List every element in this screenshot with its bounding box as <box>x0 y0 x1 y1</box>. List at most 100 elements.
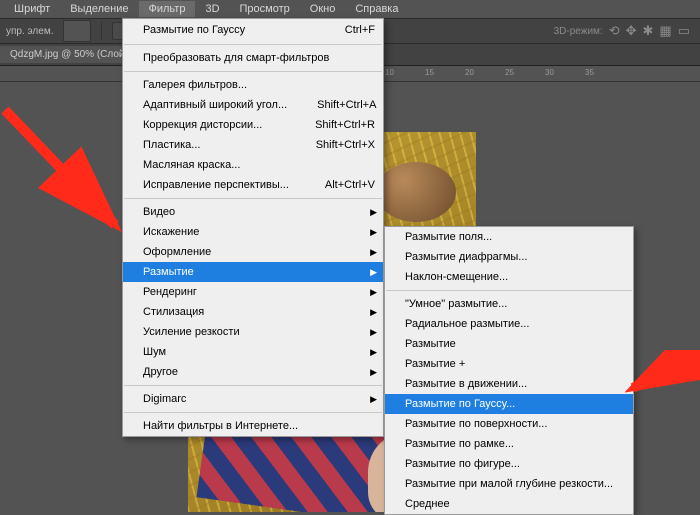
menu-sharpen[interactable]: Усиление резкости ▶ <box>123 322 383 342</box>
menu-separator <box>386 290 632 291</box>
document-title: QdzgM.jpg @ 50% (Слой 1 <box>10 49 133 60</box>
menu-item-label: Среднее <box>405 498 450 510</box>
menu-noise[interactable]: Шум▶ <box>123 342 383 362</box>
menu-window[interactable]: Окно <box>300 1 346 17</box>
submenu-arrow-icon: ▶ <box>370 347 377 358</box>
submenu-arrow-icon: ▶ <box>370 247 377 258</box>
menu-item-label: Найти фильтры в Интернете... <box>143 420 298 432</box>
filter-menu-dropdown: Размытие по Гауссу Ctrl+F Преобразовать … <box>122 18 384 437</box>
menu-blur-lens[interactable]: Размытие при малой глубине резкости... <box>385 474 633 494</box>
submenu-arrow-icon: ▶ <box>370 367 377 378</box>
menu-item-label: Коррекция дисторсии... <box>143 119 262 131</box>
menu-video[interactable]: Видео ▶ <box>123 202 383 222</box>
menu-item-label: Размытие <box>405 338 456 350</box>
menu-help[interactable]: Справка <box>345 1 408 17</box>
menu-blur-basic[interactable]: Размытие <box>385 334 633 354</box>
menu-blur-iris[interactable]: Размытие диафрагмы... <box>385 247 633 267</box>
menu-item-label: "Умное" размытие... <box>405 298 507 310</box>
submenu-arrow-icon: ▶ <box>370 394 377 405</box>
submenu-arrow-icon: ▶ <box>370 327 377 338</box>
menu-separator <box>124 198 382 199</box>
menu-item-label: Адаптивный широкий угол... <box>143 99 287 111</box>
menu-blur-radial[interactable]: Радиальное размытие... <box>385 314 633 334</box>
ruler-tick: 35 <box>585 68 594 77</box>
menu-item-label: Стилизация <box>143 306 204 318</box>
menu-adaptive-wide[interactable]: Адаптивный широкий угол...Shift+Ctrl+A <box>123 95 383 115</box>
menu-blur-motion[interactable]: Размытие в движении... <box>385 374 633 394</box>
menu-distort[interactable]: Искажение ▶ <box>123 222 383 242</box>
menu-item-label: Размытие по Гауссу... <box>405 398 515 410</box>
menu-blur-average[interactable]: Среднее <box>385 494 633 514</box>
image-detail-egg <box>376 162 456 222</box>
menu-blur-tilt[interactable]: Наклон-смещение... <box>385 267 633 287</box>
menu-blur-surface[interactable]: Размытие по поверхности... <box>385 414 633 434</box>
submenu-arrow-icon: ▶ <box>370 227 377 238</box>
menu-blur-field[interactable]: Размытие поля... <box>385 227 633 247</box>
options-label: упр. элем. <box>0 26 59 37</box>
menu-select[interactable]: Выделение <box>60 1 138 17</box>
menu-oil-paint[interactable]: Масляная краска... <box>123 155 383 175</box>
menu-item-label: Размытие в движении... <box>405 378 527 390</box>
menu-separator <box>124 44 382 45</box>
menu-blur-box[interactable]: Размытие по рамке... <box>385 434 633 454</box>
menu-item-label: Оформление <box>143 246 211 258</box>
menu-separator <box>124 71 382 72</box>
menu-item-label: Пластика... <box>143 139 200 151</box>
menu-font[interactable]: Шрифт <box>4 1 60 17</box>
menu-digimarc[interactable]: Digimarc▶ <box>123 389 383 409</box>
menu-item-label: Размытие по фигуре... <box>405 458 520 470</box>
menu-item-label: Наклон-смещение... <box>405 271 508 283</box>
menu-item-label: Видео <box>143 206 175 218</box>
menu-item-label: Радиальное размытие... <box>405 318 529 330</box>
light-icon[interactable]: ✱ <box>643 23 654 39</box>
ruler-tick: 15 <box>425 68 434 77</box>
pan-icon[interactable]: ✥ <box>626 23 637 39</box>
orbit-icon[interactable]: ⟲ <box>609 23 620 39</box>
menu-bar: Шрифт Выделение Фильтр 3D Просмотр Окно … <box>0 0 700 18</box>
menu-item-label: Размытие + <box>405 358 465 370</box>
submenu-arrow-icon: ▶ <box>370 287 377 298</box>
camera-icon[interactable]: ▭ <box>678 23 690 39</box>
menu-blur[interactable]: Размытие▶ <box>123 262 383 282</box>
menu-convert-smart[interactable]: Преобразовать для смарт-фильтров <box>123 48 383 68</box>
menu-browse-online[interactable]: Найти фильтры в Интернете... <box>123 416 383 436</box>
menu-blur-smart[interactable]: "Умное" размытие... <box>385 294 633 314</box>
menu-vanishing-point[interactable]: Исправление перспективы...Alt+Ctrl+V <box>123 175 383 195</box>
menu-shortcut: Ctrl+F <box>315 24 375 36</box>
ruler-tick: 20 <box>465 68 474 77</box>
mesh-icon[interactable]: ▦ <box>659 23 671 39</box>
submenu-arrow-icon: ▶ <box>370 307 377 318</box>
menu-last-filter[interactable]: Размытие по Гауссу Ctrl+F <box>123 19 383 41</box>
menu-separator <box>124 412 382 413</box>
menu-item-label: Размытие по Гауссу <box>143 24 245 36</box>
menu-filter-gallery[interactable]: Галерея фильтров... <box>123 75 383 95</box>
menu-shortcut: Shift+Ctrl+R <box>285 119 375 131</box>
menu-blur-gaussian[interactable]: Размытие по Гауссу... <box>385 394 633 414</box>
menu-item-label: Размытие по поверхности... <box>405 418 547 430</box>
blur-submenu-dropdown: Размытие поля... Размытие диафрагмы... Н… <box>384 226 634 515</box>
menu-stylize[interactable]: Стилизация ▶ <box>123 302 383 322</box>
tool-preset[interactable] <box>63 20 91 42</box>
menu-3d[interactable]: 3D <box>195 1 229 17</box>
menu-other[interactable]: Другое ▶ <box>123 362 383 382</box>
menu-item-label: Размытие по рамке... <box>405 438 514 450</box>
menu-render[interactable]: Рендеринг ▶ <box>123 282 383 302</box>
menu-item-label: Исправление перспективы... <box>143 179 289 191</box>
menu-item-label: Размытие <box>143 266 194 278</box>
menu-shortcut: Shift+Ctrl+A <box>287 99 376 111</box>
submenu-arrow-icon: ▶ <box>370 207 377 218</box>
menu-filter[interactable]: Фильтр <box>139 1 196 17</box>
ruler-tick: 25 <box>505 68 514 77</box>
menu-item-label: Усиление резкости <box>143 326 240 338</box>
menu-item-label: Галерея фильтров... <box>143 79 247 91</box>
menu-item-label: Рендеринг <box>143 286 197 298</box>
menu-lens-correction[interactable]: Коррекция дисторсии... Shift+Ctrl+R <box>123 115 383 135</box>
menu-item-label: Искажение <box>143 226 199 238</box>
menu-view[interactable]: Просмотр <box>230 1 300 17</box>
menu-item-label: Другое <box>143 366 178 378</box>
menu-blur-more[interactable]: Размытие + <box>385 354 633 374</box>
menu-blur-shape[interactable]: Размытие по фигуре... <box>385 454 633 474</box>
menu-shortcut: Shift+Ctrl+X <box>286 139 375 151</box>
menu-pixelate[interactable]: Оформление ▶ <box>123 242 383 262</box>
menu-liquify[interactable]: Пластика... Shift+Ctrl+X <box>123 135 383 155</box>
